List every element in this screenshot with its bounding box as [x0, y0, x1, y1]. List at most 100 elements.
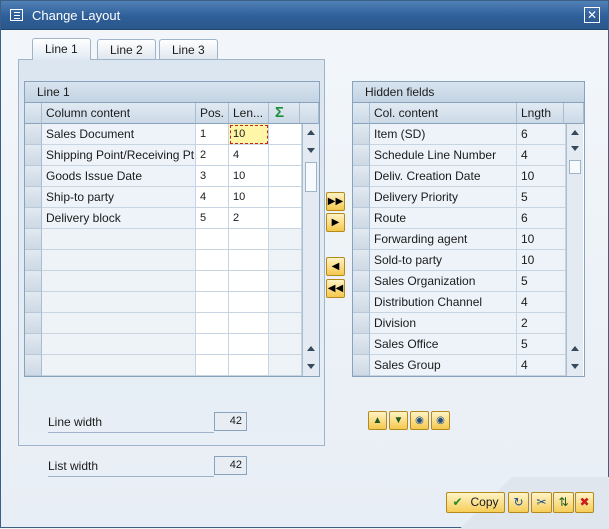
table-row[interactable]: [25, 229, 302, 250]
table-row[interactable]: Item (SD) 6: [353, 124, 566, 145]
length-input[interactable]: 2: [229, 208, 269, 229]
sum-header[interactable]: Σ: [269, 103, 300, 124]
scroll-down-icon[interactable]: [307, 148, 315, 153]
select-all-cell[interactable]: [353, 103, 370, 124]
pos-input[interactable]: 2: [196, 145, 229, 166]
pos-input[interactable]: [196, 271, 229, 292]
row-selector[interactable]: [353, 313, 370, 334]
table-row[interactable]: Schedule Line Number 4: [353, 145, 566, 166]
table-settings-cell[interactable]: [564, 103, 584, 124]
table-row[interactable]: Goods Issue Date 3 10: [25, 166, 302, 187]
sum-checkbox-cell[interactable]: [269, 271, 302, 292]
table-settings-cell[interactable]: [300, 103, 319, 124]
table-row[interactable]: [25, 292, 302, 313]
pos-input[interactable]: 3: [196, 166, 229, 187]
table-row[interactable]: Sold-to party 10: [353, 250, 566, 271]
refresh-button[interactable]: ↻: [508, 492, 529, 513]
table-row[interactable]: [25, 271, 302, 292]
sort-button[interactable]: ⇅: [553, 492, 574, 513]
length-input[interactable]: 10: [229, 124, 269, 145]
length-header[interactable]: Len...: [229, 103, 269, 124]
pos-input[interactable]: [196, 229, 229, 250]
scroll-up-icon[interactable]: [571, 346, 579, 351]
length-input[interactable]: [229, 250, 269, 271]
pos-input[interactable]: [196, 292, 229, 313]
pos-input[interactable]: [196, 355, 229, 376]
row-selector[interactable]: [25, 166, 42, 187]
move-right-button[interactable]: ▶: [326, 213, 345, 232]
pos-input[interactable]: 4: [196, 187, 229, 208]
move-all-left-button[interactable]: ◀◀: [326, 279, 345, 298]
sort-descending-button[interactable]: ▼: [389, 411, 408, 430]
row-selector[interactable]: [25, 334, 42, 355]
pos-header[interactable]: Pos.: [196, 103, 229, 124]
cut-button[interactable]: ✂: [531, 492, 552, 513]
row-selector[interactable]: [353, 187, 370, 208]
table-row[interactable]: Sales Organization 5: [353, 271, 566, 292]
row-selector[interactable]: [25, 208, 42, 229]
pos-input[interactable]: 1: [196, 124, 229, 145]
pos-input[interactable]: [196, 313, 229, 334]
row-selector[interactable]: [25, 271, 42, 292]
table-row[interactable]: Forwarding agent 10: [353, 229, 566, 250]
select-all-cell[interactable]: [25, 103, 42, 124]
sum-checkbox-cell[interactable]: [269, 292, 302, 313]
table-row[interactable]: Delivery block 5 2: [25, 208, 302, 229]
scroll-up-icon[interactable]: [307, 130, 315, 135]
table-row[interactable]: Ship-to party 4 10: [25, 187, 302, 208]
close-button[interactable]: ✕: [584, 7, 600, 23]
scroll-thumb[interactable]: [305, 162, 317, 192]
find-button[interactable]: ◉: [410, 411, 429, 430]
row-selector[interactable]: [25, 145, 42, 166]
sum-checkbox-cell[interactable]: [269, 355, 302, 376]
table-row[interactable]: Delivery Priority 5: [353, 187, 566, 208]
length-input[interactable]: [229, 313, 269, 334]
sum-checkbox-cell[interactable]: [269, 145, 302, 166]
sum-checkbox-cell[interactable]: [269, 187, 302, 208]
table-row[interactable]: [25, 355, 302, 376]
pos-input[interactable]: [196, 250, 229, 271]
scroll-down-icon[interactable]: [307, 364, 315, 369]
scroll-down-icon[interactable]: [571, 364, 579, 369]
row-selector[interactable]: [353, 145, 370, 166]
table-row[interactable]: Sales Group 4: [353, 355, 566, 376]
column-content-header[interactable]: Column content: [42, 103, 196, 124]
row-selector[interactable]: [25, 292, 42, 313]
row-selector[interactable]: [353, 292, 370, 313]
length-input[interactable]: [229, 229, 269, 250]
sum-checkbox-cell[interactable]: [269, 208, 302, 229]
tab-line-1[interactable]: Line 1: [32, 38, 91, 60]
hidden-table-scrollbar[interactable]: [566, 124, 583, 376]
table-row[interactable]: [25, 334, 302, 355]
length-input[interactable]: 10: [229, 187, 269, 208]
copy-button[interactable]: ✔ Copy: [446, 492, 505, 513]
table-row[interactable]: Sales Office 5: [353, 334, 566, 355]
row-selector[interactable]: [353, 250, 370, 271]
row-selector[interactable]: [353, 124, 370, 145]
row-selector[interactable]: [25, 250, 42, 271]
sort-ascending-button[interactable]: ▲: [368, 411, 387, 430]
row-selector[interactable]: [353, 166, 370, 187]
table-row[interactable]: [25, 250, 302, 271]
table-row[interactable]: Shipping Point/Receiving Pt 2 4: [25, 145, 302, 166]
row-selector[interactable]: [25, 355, 42, 376]
tab-line-2[interactable]: Line 2: [97, 39, 156, 59]
table-row[interactable]: Route 6: [353, 208, 566, 229]
row-selector[interactable]: [353, 355, 370, 376]
table-row[interactable]: [25, 313, 302, 334]
tab-line-3[interactable]: Line 3: [159, 39, 218, 59]
row-selector[interactable]: [25, 187, 42, 208]
table-row[interactable]: Division 2: [353, 313, 566, 334]
line-table-scrollbar[interactable]: [302, 124, 319, 376]
cancel-button[interactable]: ✖: [575, 492, 594, 513]
length-input[interactable]: [229, 271, 269, 292]
row-selector[interactable]: [353, 271, 370, 292]
scroll-down-icon[interactable]: [571, 146, 579, 151]
lngth-header[interactable]: Lngth: [517, 103, 564, 124]
sum-checkbox-cell[interactable]: [269, 124, 302, 145]
table-row[interactable]: Deliv. Creation Date 10: [353, 166, 566, 187]
length-input[interactable]: 4: [229, 145, 269, 166]
find-next-button[interactable]: ◉: [431, 411, 450, 430]
row-selector[interactable]: [353, 208, 370, 229]
row-selector[interactable]: [353, 334, 370, 355]
